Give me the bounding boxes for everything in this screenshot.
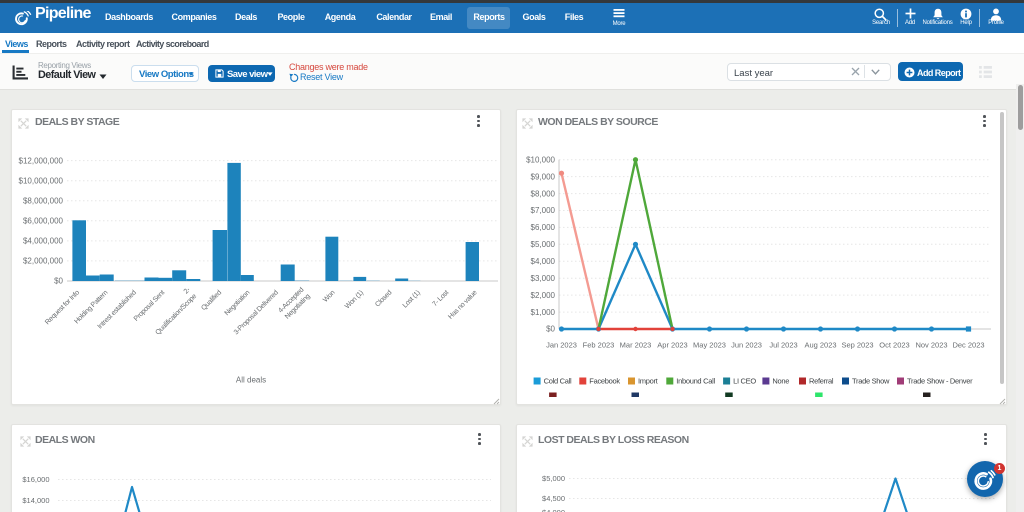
svg-text:Proposal Sent: Proposal Sent — [133, 289, 167, 323]
svg-text:$16,000: $16,000 — [22, 475, 49, 484]
svg-text:$4,000: $4,000 — [531, 257, 556, 266]
svg-text:Facebook: Facebook — [589, 377, 620, 386]
svg-text:$0: $0 — [54, 277, 63, 286]
svg-text:$5,000: $5,000 — [531, 240, 556, 249]
svg-text:$1,000: $1,000 — [531, 308, 556, 317]
svg-text:$2,000,000: $2,000,000 — [23, 257, 64, 266]
svg-text:$6,000: $6,000 — [531, 223, 556, 232]
svg-text:Sep 2023: Sep 2023 — [841, 341, 873, 350]
svg-text:$12,000,000: $12,000,000 — [19, 156, 64, 165]
svg-text:$8,000: $8,000 — [531, 189, 556, 198]
svg-text:$6,000,000: $6,000,000 — [23, 217, 64, 226]
svg-text:None: None — [772, 377, 789, 386]
svg-text:7- Lost: 7- Lost — [432, 289, 451, 308]
svg-text:Closed: Closed — [374, 289, 393, 308]
svg-text:$3,000: $3,000 — [531, 274, 556, 283]
svg-text:Trade Show: Trade Show — [852, 377, 890, 386]
svg-text:Trade Show - Denver: Trade Show - Denver — [907, 377, 973, 386]
svg-text:Negotiation: Negotiation — [224, 289, 252, 317]
svg-text:$5,000: $5,000 — [542, 474, 565, 483]
svg-text:Oct 2023: Oct 2023 — [879, 341, 909, 350]
svg-text:Nov 2023: Nov 2023 — [915, 341, 947, 350]
svg-text:Qualified: Qualified — [200, 289, 223, 312]
svg-text:$8,000,000: $8,000,000 — [23, 197, 64, 206]
svg-text:$4,000,000: $4,000,000 — [23, 237, 64, 246]
svg-text:Inbound Call: Inbound Call — [676, 377, 715, 386]
svg-text:$7,000: $7,000 — [531, 206, 556, 215]
svg-text:Dec 2023: Dec 2023 — [952, 341, 984, 350]
svg-text:$2,000: $2,000 — [531, 291, 556, 300]
svg-text:LI CEO: LI CEO — [733, 377, 756, 386]
svg-text:Import: Import — [638, 377, 659, 386]
svg-text:Lost (1): Lost (1) — [402, 289, 422, 309]
svg-text:Jun 2023: Jun 2023 — [731, 341, 762, 350]
svg-text:$10,000: $10,000 — [526, 155, 555, 164]
svg-text:Jul 2023: Jul 2023 — [769, 341, 797, 350]
svg-text:$0: $0 — [546, 325, 555, 334]
svg-text:$14,000: $14,000 — [22, 496, 49, 505]
svg-text:Aug 2023: Aug 2023 — [804, 341, 836, 350]
svg-text:$4,000: $4,000 — [542, 508, 565, 512]
svg-text:Cold Call: Cold Call — [544, 377, 572, 386]
svg-text:Won: Won — [322, 289, 337, 304]
svg-text:Has no value: Has no value — [447, 289, 479, 321]
svg-text:Referral: Referral — [809, 377, 834, 386]
svg-text:May 2023: May 2023 — [693, 341, 726, 350]
svg-text:Apr 2023: Apr 2023 — [657, 341, 687, 350]
svg-text:$9,000: $9,000 — [531, 172, 556, 181]
svg-text:$10,000,000: $10,000,000 — [19, 176, 64, 185]
svg-text:All deals: All deals — [236, 376, 266, 385]
svg-text:Mar 2023: Mar 2023 — [620, 341, 652, 350]
svg-text:Jan 2023: Jan 2023 — [546, 341, 577, 350]
svg-text:Feb 2023: Feb 2023 — [583, 341, 615, 350]
svg-text:Won (1): Won (1) — [344, 289, 365, 310]
svg-text:$4,500: $4,500 — [542, 494, 565, 503]
